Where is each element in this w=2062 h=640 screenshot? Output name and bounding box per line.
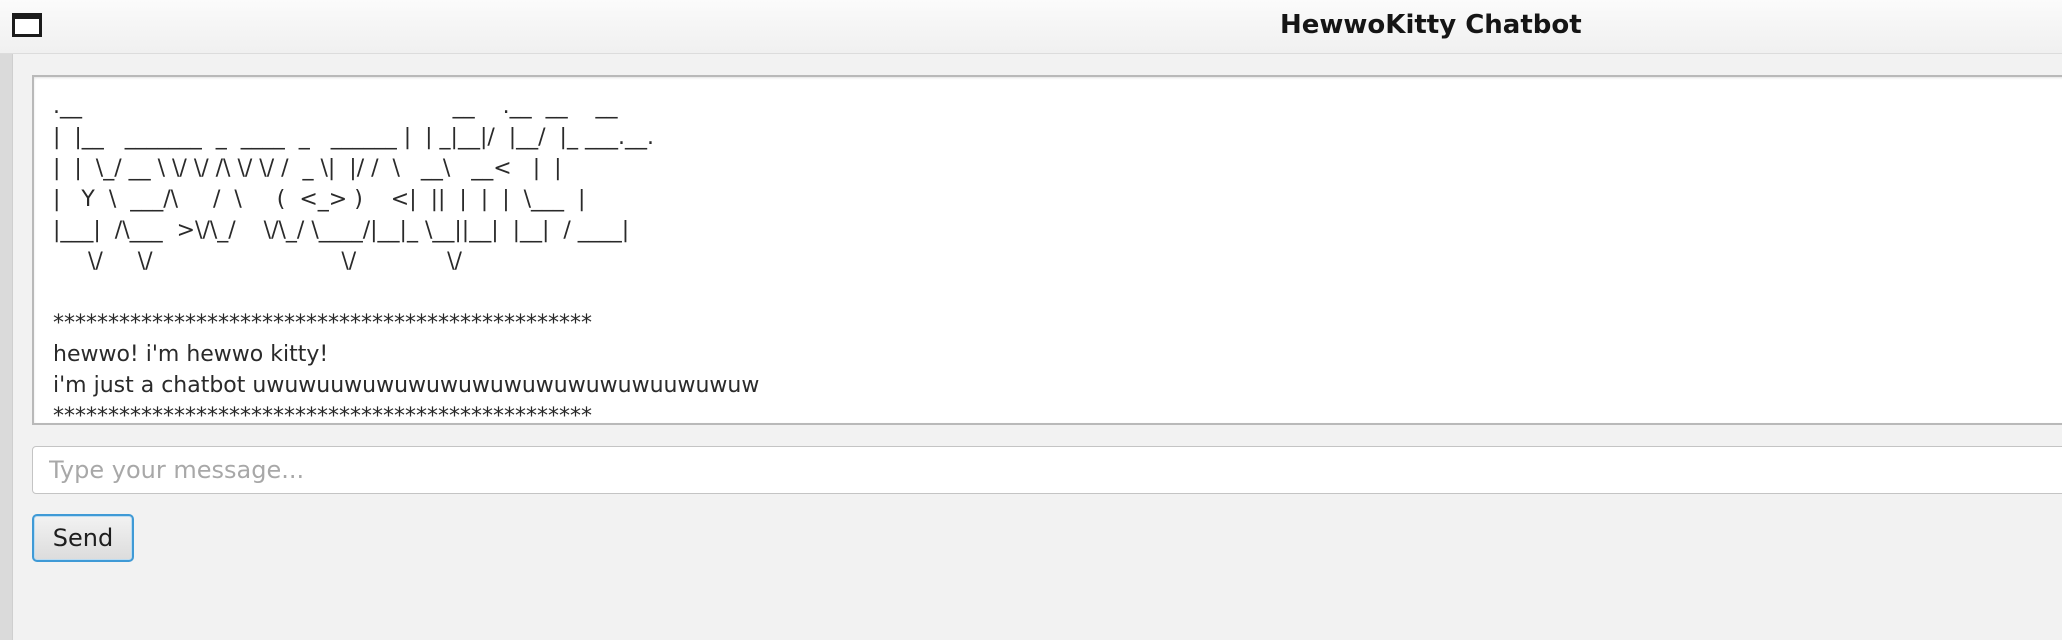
chat-transcript-area[interactable]: .__ __ .__ __ __ | |__ _______ _ ____ _ …	[32, 75, 2062, 425]
window-left-edge	[0, 54, 13, 640]
send-button[interactable]: Send	[32, 514, 134, 562]
title-bar[interactable]: HewwoKitty Chatbot	[0, 0, 2062, 54]
message-input[interactable]	[32, 446, 2062, 494]
chat-transcript-text: .__ __ .__ __ __ | |__ _______ _ ____ _ …	[53, 94, 760, 425]
window-title: HewwoKitty Chatbot	[1280, 10, 1582, 40]
window-icon	[12, 13, 42, 37]
